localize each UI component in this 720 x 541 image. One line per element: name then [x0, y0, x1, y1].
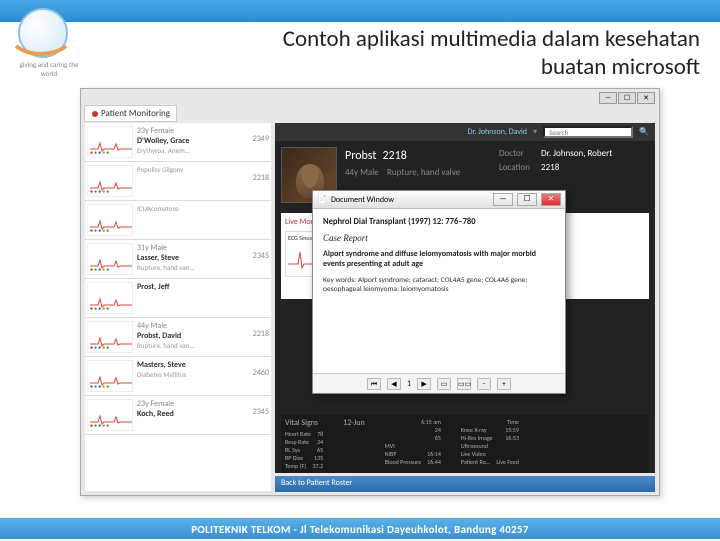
document-icon: 📄 — [317, 195, 327, 205]
patient-row[interactable]: ●●●●●Masters, SteveDiabetes Mellitus2460 — [85, 357, 271, 396]
doc-section: Case Report — [323, 233, 555, 243]
doc-article-title: Alport syndrome and diffuse leiomyomatos… — [323, 249, 555, 270]
zoom-in-button[interactable]: + — [497, 378, 511, 390]
document-toolbar: ⏮ ◀ 1 ▶ ▭ ▭▭ − + — [313, 373, 565, 393]
zoom-out-button[interactable]: − — [477, 378, 491, 390]
location-value: 2218 — [541, 162, 559, 173]
patient-row[interactable]: ●●●●●23y FemaleD'Wolley, GraceErythyroa,… — [85, 123, 271, 162]
document-window: 📄 Document Window — ☐ ✕ Nephrol Dial Tra… — [312, 190, 566, 394]
patient-mini-chart: ●●●●● — [87, 360, 133, 392]
maximize-button[interactable]: ☐ — [618, 92, 636, 104]
header-bar: Dr. Johnson, David ▾ 🔍 — [275, 123, 655, 141]
document-body: Nephrol Dial Transplant (1997) 12: 776–7… — [313, 209, 565, 369]
doctor-label: Doctor — [499, 147, 539, 161]
next-page-button[interactable]: ▶ — [417, 378, 431, 390]
patient-mini-chart: ●●●●● — [87, 204, 133, 236]
patient-mini-chart: ●●●●● — [87, 282, 133, 314]
slide-top-bar — [0, 0, 720, 22]
close-button[interactable]: ✕ — [637, 92, 655, 104]
monitoring-icon — [91, 110, 99, 118]
doctor-value: Dr. Johnson, Robert — [541, 148, 612, 159]
slide-title: Contoh aplikasi multimedia dalam kesehat… — [160, 26, 700, 81]
vitals-title: Vital Signs — [285, 418, 323, 428]
search-input[interactable] — [543, 126, 633, 138]
document-titlebar[interactable]: 📄 Document Window — ☐ ✕ — [313, 191, 565, 209]
patient-mini-chart: ●●●●● — [87, 399, 133, 431]
view-double-button[interactable]: ▭▭ — [457, 378, 471, 390]
tab-patient-monitoring[interactable]: Patient Monitoring — [84, 105, 177, 122]
patient-mini-chart: ●●●●● — [87, 126, 133, 158]
back-to-roster-button[interactable]: Back to Patient Roster — [275, 476, 655, 492]
vitals-col-2: 12-Jun — [343, 418, 365, 470]
patient-surname: Probst — [345, 149, 376, 163]
minimize-button[interactable]: — — [599, 92, 617, 104]
first-page-button[interactable]: ⏮ — [367, 378, 381, 390]
patient-row[interactable]: ●●●●●Populisy Gilgony2218 — [85, 162, 271, 201]
document-title: Document Window — [331, 195, 394, 205]
doc-keywords: Key words: Alport syndrome; cataract; CO… — [323, 276, 555, 294]
slide-footer: POLITEKNIK TELKOM - Jl Telekomunikasi Da… — [0, 518, 720, 540]
patient-row[interactable]: ●●●●●Prost, Jeff — [85, 279, 271, 318]
patient-row[interactable]: ●●●●●44y MaleProbst, DavidRupture, hand … — [85, 318, 271, 357]
vitals-col-4: TimeKnee X-ray15:59Hi-Res Image16:53Ultr… — [461, 418, 519, 470]
patient-mini-chart: ●●●●● — [87, 321, 133, 353]
view-single-button[interactable]: ▭ — [437, 378, 451, 390]
search-icon[interactable]: 🔍 — [639, 127, 649, 137]
vitals-time: 12-Jun — [343, 418, 365, 428]
footer-text: POLITEKNIK TELKOM - Jl Telekomunikasi Da… — [191, 523, 529, 536]
patient-row[interactable]: ●●●●●23y FemaleKoch, Reed2345 — [85, 396, 271, 435]
location-label: Location — [499, 161, 539, 175]
patient-row[interactable]: ●●●●●31y MaleLasser, SteveRupture, hand … — [85, 240, 271, 279]
window-controls: — ☐ ✕ — [599, 92, 655, 104]
doc-close-button[interactable]: ✕ — [541, 193, 561, 206]
doc-citation: Nephrol Dial Transplant (1997) 12: 776–7… — [323, 217, 555, 227]
vitals-col-1: Vital Signs Heart Rate78Resp Rate24BL Sy… — [285, 418, 323, 470]
patient-row[interactable]: ●●●●●ICUAcomatose — [85, 201, 271, 240]
telkom-logo: giving and caring the world — [18, 8, 80, 70]
patient-room: 2218 — [382, 149, 406, 163]
patient-mini-chart: ●●●●● — [87, 243, 133, 275]
logo-tagline: giving and caring the world — [18, 60, 80, 78]
back-label: Back to Patient Roster — [281, 478, 352, 488]
patient-diag: Rupture, hand valve — [387, 166, 460, 180]
current-doctor: Dr. Johnson, David — [467, 127, 527, 137]
doc-minimize-button[interactable]: — — [493, 193, 513, 206]
page-number: 1 — [407, 379, 411, 389]
patient-mini-chart: ●●●●● — [87, 165, 133, 197]
tab-label: Patient Monitoring — [101, 108, 170, 119]
vital-signs-panel: Vital Signs Heart Rate78Resp Rate24BL Sy… — [281, 415, 649, 473]
vitals-col-3: 6:15 am2465MVINIBP16:14Blood Pressure16:… — [385, 418, 441, 470]
title-line-1: Contoh aplikasi multimedia dalam kesehat… — [283, 25, 700, 53]
patient-list: ●●●●●23y FemaleD'Wolley, GraceErythyroa,… — [85, 123, 271, 491]
doc-maximize-button[interactable]: ☐ — [517, 193, 537, 206]
title-line-2: buatan microsoft — [541, 53, 700, 81]
patient-age: 44y Male — [345, 166, 385, 180]
prev-page-button[interactable]: ◀ — [387, 378, 401, 390]
